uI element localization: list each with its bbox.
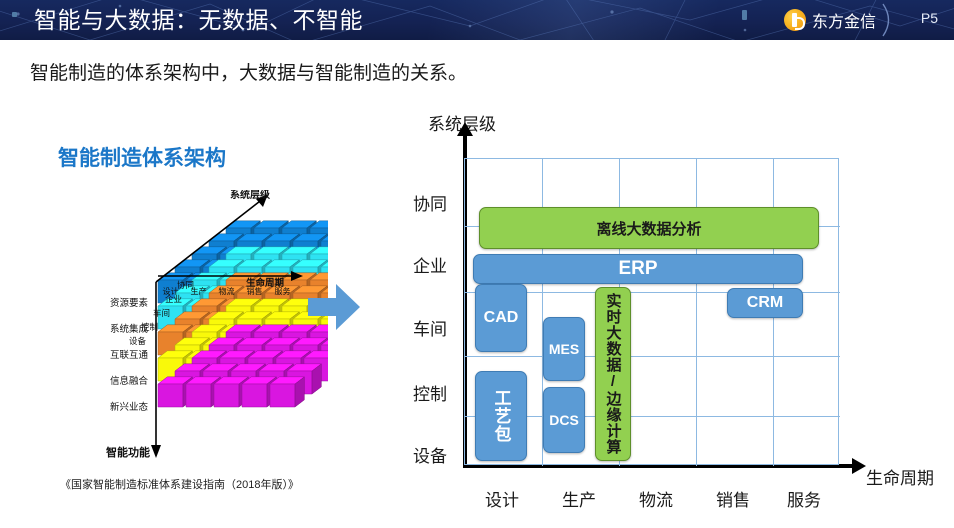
cube-label: 系统集成 — [110, 323, 149, 335]
cube-label: 设计 — [163, 286, 179, 296]
gridline-vertical-2 — [696, 159, 697, 466]
cube-label: 生产 — [191, 286, 207, 296]
slide-header: 智能与大数据：无数据、不智能 东方金信 P5 — [0, 0, 954, 40]
node-box[interactable]: 离线大数据分析 — [479, 207, 819, 249]
x-tick-0: 设计 — [485, 491, 519, 510]
cube-label: 资源要素 — [110, 297, 149, 309]
y-tick-2: 车间 — [413, 320, 447, 339]
y-axis-arrow-icon — [457, 122, 473, 136]
cube-label: 智能功能 — [106, 445, 150, 459]
x-axis-label: 生命周期 — [866, 469, 934, 488]
cube-facet — [269, 383, 296, 408]
brand-logo: 东方金信 — [783, 8, 876, 32]
node-box[interactable]: MES — [543, 317, 585, 381]
gridline-horizontal-2 — [465, 356, 840, 357]
chevron-right-icon — [882, 3, 890, 37]
node-box[interactable]: ERP — [473, 254, 803, 284]
cube-label: 物流 — [219, 286, 235, 296]
left-panel-heading: 智能制造体系架构 — [58, 147, 226, 170]
slide-root: 智能与大数据：无数据、不智能 东方金信 P5 智能制造的体系架构中，大数据与智能… — [0, 0, 954, 528]
cube-source-caption: 《国家智能制造标准体系建设指南（2018年版）》 — [60, 479, 299, 491]
circle-logo-icon — [783, 9, 806, 31]
cube-label: 信息融合 — [110, 375, 149, 387]
bigdata-manufacturing-matrix: 系统层级 生命周期 协同 企业 车间 控制 设备 设计 生产 物流 销售 服务 离线大数据分析 E… — [400, 100, 954, 520]
x-tick-3: 销售 — [716, 491, 750, 510]
cube-facet — [213, 383, 240, 408]
page-number: P5 — [920, 10, 938, 26]
node-box[interactable]: CRM — [727, 288, 803, 318]
page-title: 智能与大数据：无数据、不智能 — [34, 7, 363, 33]
cube-facet — [157, 383, 184, 408]
node-box[interactable]: 实时大数据/边缘计算 — [595, 287, 631, 461]
matrix-plot-area: 离线大数据分析 ERP CRM CAD 工艺包 MES DCS 实时大数据/边缘计算 — [464, 158, 840, 466]
brand-name: 东方金信 — [811, 14, 876, 31]
y-tick-4: 设备 — [413, 447, 447, 466]
right-arrow-icon — [308, 284, 360, 330]
cube-label: 车间 — [153, 308, 170, 318]
cube-facet — [185, 383, 212, 408]
cube-label: 互联互通 — [110, 350, 149, 361]
cube-facet — [241, 383, 268, 408]
x-tick-4: 服务 — [787, 491, 821, 510]
cube-label: 设备 — [129, 336, 147, 346]
x-tick-1: 生产 — [562, 491, 596, 510]
node-box[interactable]: CAD — [475, 284, 527, 352]
x-axis-arrow-icon — [852, 458, 866, 474]
subtitle-text: 智能制造的体系架构中，大数据与智能制造的关系。 — [30, 63, 468, 84]
x-tick-2: 物流 — [639, 491, 673, 510]
node-box[interactable]: DCS — [543, 387, 585, 453]
cube-label: 生命周期 — [246, 277, 284, 289]
cube-label: 系统层级 — [230, 190, 271, 201]
smart-manufacturing-cube-diagram: 设备 控制 车间 企业 协同 系统层级 设计 生产 物流 销售 服务 生命周期 资源要素 系统集成 互联互通… — [8, 188, 374, 465]
cube-label: 新兴业态 — [110, 401, 149, 413]
y-tick-0: 协同 — [413, 195, 447, 214]
y-tick-3: 控制 — [413, 385, 447, 404]
y-tick-1: 企业 — [413, 257, 447, 276]
node-box[interactable]: 工艺包 — [475, 371, 527, 461]
